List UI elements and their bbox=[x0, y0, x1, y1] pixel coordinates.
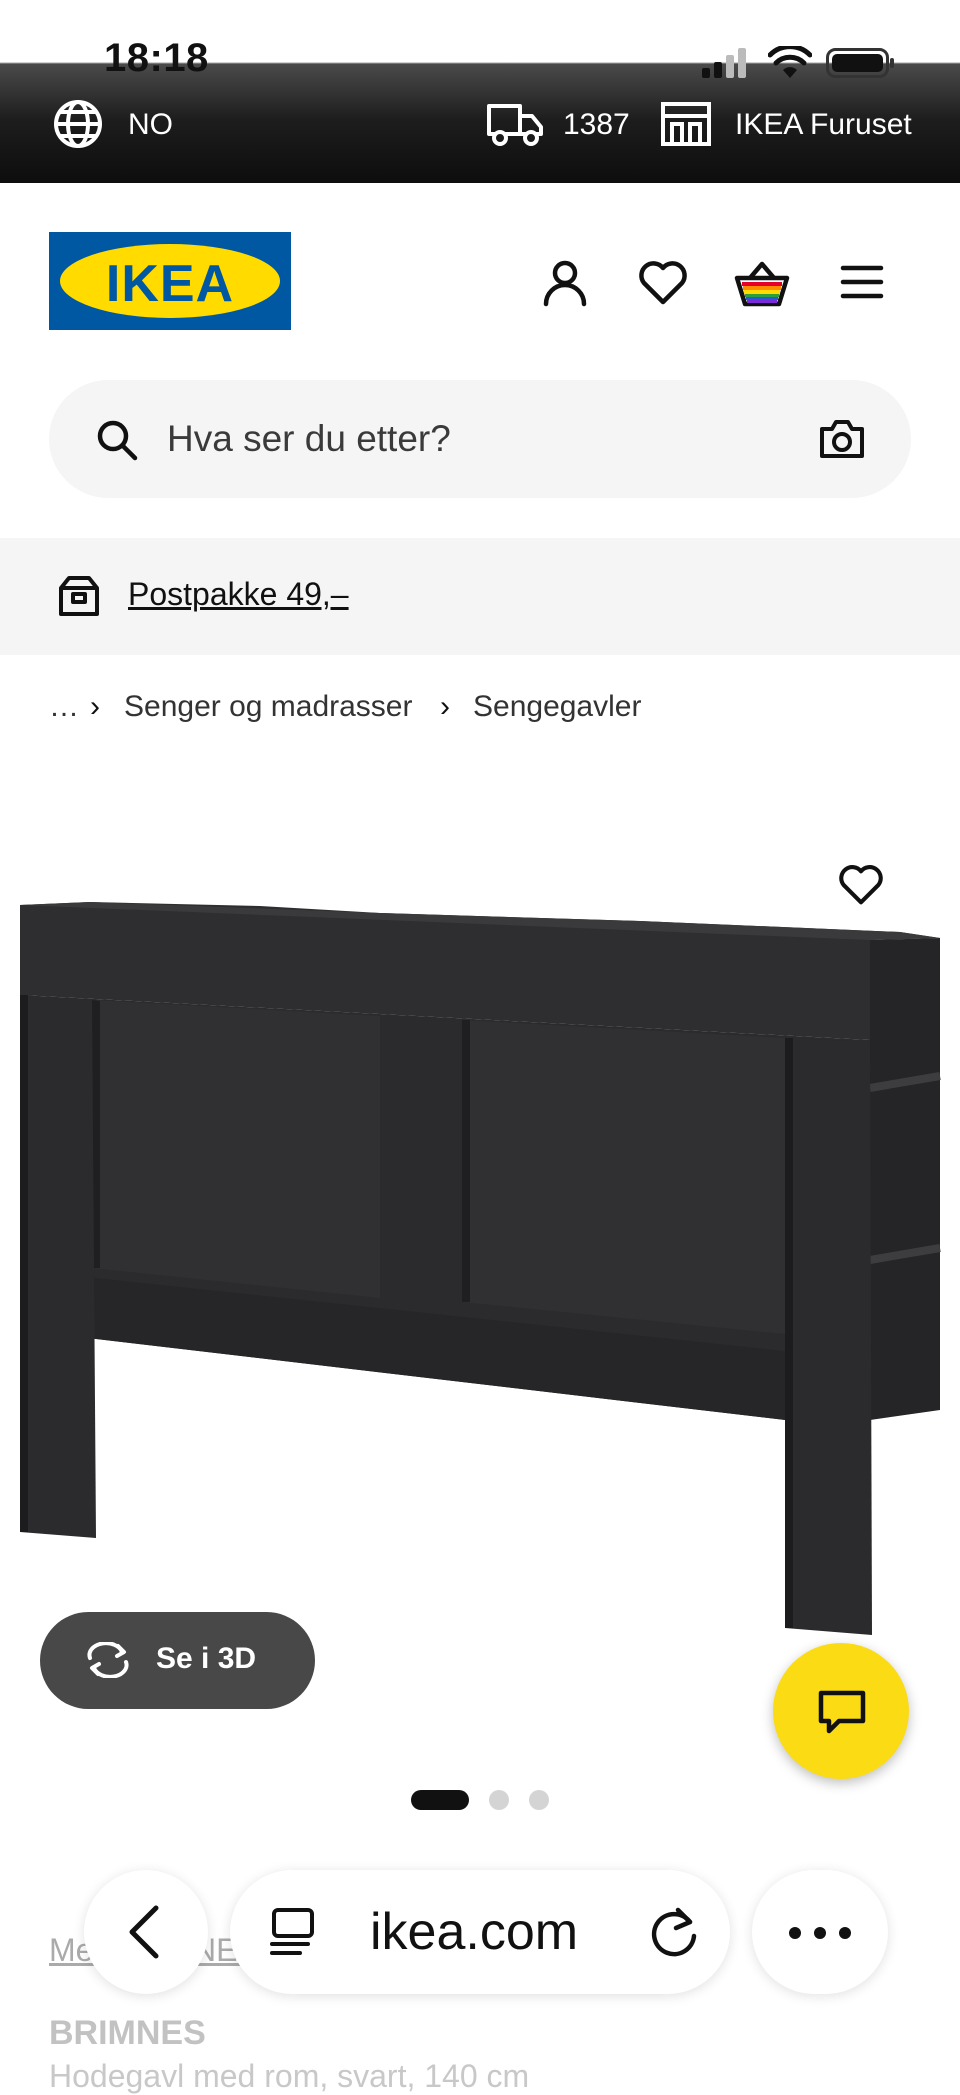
shopping-bag-icon[interactable] bbox=[734, 258, 790, 308]
browser-url[interactable]: ikea.com bbox=[370, 1902, 578, 1962]
ikea-logo[interactable]: IKEA bbox=[49, 232, 291, 330]
chevron-right-icon: › bbox=[440, 690, 450, 723]
rotate-3d-icon bbox=[82, 1642, 134, 1678]
browser-address-bar[interactable]: ikea.com bbox=[230, 1870, 730, 1994]
promo-banner[interactable]: Postpakke 49,– bbox=[0, 538, 960, 655]
reload-icon[interactable] bbox=[650, 1904, 702, 1960]
wifi-icon bbox=[768, 46, 812, 80]
product-name: BRIMNES bbox=[49, 2014, 206, 2052]
favourite-product-icon[interactable] bbox=[838, 864, 884, 906]
globe-icon[interactable] bbox=[52, 98, 104, 150]
product-description: Hodegavl med rom, svart, 140 cm bbox=[49, 2058, 530, 2094]
breadcrumb-ellipsis[interactable]: … bbox=[49, 690, 79, 724]
promo-link[interactable]: Postpakke 49,– bbox=[128, 576, 349, 613]
browser-back-button[interactable] bbox=[84, 1870, 208, 1994]
carousel-dot[interactable] bbox=[529, 1790, 549, 1810]
product-image[interactable] bbox=[0, 820, 960, 1660]
search-input[interactable]: Hva ser du etter? bbox=[167, 418, 451, 460]
chat-icon bbox=[817, 1687, 867, 1737]
store-label[interactable]: IKEA Furuset bbox=[735, 108, 912, 142]
more-dots-icon bbox=[788, 1926, 852, 1940]
account-icon[interactable] bbox=[540, 258, 590, 308]
chevron-left-icon bbox=[124, 1904, 164, 1960]
breadcrumb-headboards[interactable]: Sengegavler bbox=[473, 690, 641, 724]
view-3d-label: Se i 3D bbox=[156, 1642, 257, 1675]
view-3d-button[interactable]: Se i 3D bbox=[40, 1612, 315, 1709]
parcel-icon bbox=[57, 574, 101, 618]
browser-more-button[interactable] bbox=[752, 1870, 888, 1994]
carousel-dot[interactable] bbox=[489, 1790, 509, 1810]
store-icon[interactable] bbox=[660, 100, 712, 146]
menu-icon[interactable] bbox=[840, 262, 884, 302]
search-bar[interactable]: Hva ser du etter? bbox=[49, 380, 911, 498]
logo-text: IKEA bbox=[105, 255, 235, 313]
signal-icon bbox=[700, 48, 752, 78]
favourites-icon[interactable] bbox=[638, 260, 688, 306]
delivery-truck-icon[interactable] bbox=[486, 100, 544, 148]
chevron-right-icon: › bbox=[90, 690, 100, 723]
carousel-dot-active[interactable] bbox=[411, 1790, 469, 1810]
postcode-label[interactable]: 1387 bbox=[563, 108, 630, 142]
status-time: 18:18 bbox=[104, 36, 209, 80]
battery-icon bbox=[826, 48, 896, 78]
breadcrumb-beds-mattresses[interactable]: Senger og madrasser bbox=[124, 690, 413, 724]
language-label[interactable]: NO bbox=[128, 108, 173, 142]
reader-tabs-icon[interactable] bbox=[268, 1906, 318, 1958]
chat-button[interactable] bbox=[773, 1643, 909, 1779]
top-info-bar bbox=[0, 0, 960, 183]
camera-search-icon[interactable] bbox=[819, 418, 865, 460]
search-icon[interactable] bbox=[95, 418, 139, 462]
